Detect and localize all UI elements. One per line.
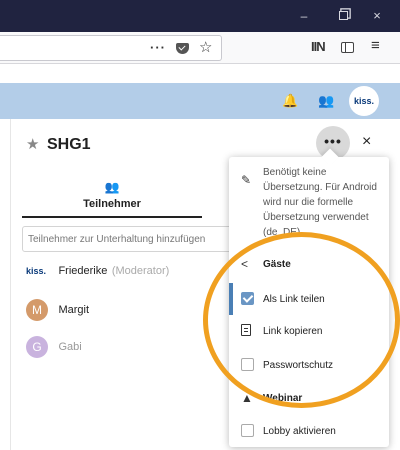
password-label: Passwortschutz [263, 360, 334, 371]
participant-name: Margit [58, 304, 90, 316]
notifications-bell-icon[interactable]: 🔔 [282, 94, 298, 108]
password-protection-toggle[interactable]: Passwortschutz [229, 349, 389, 381]
lobby-checkbox[interactable] [241, 424, 254, 437]
hamburger-menu-icon[interactable]: ≡ [371, 38, 380, 54]
app-header: 🔔 👥 kiss. [0, 83, 400, 119]
guests-caption-label: Gäste [263, 259, 291, 270]
browser-titlebar: – × [0, 0, 400, 32]
room-actions-popover: ✎ Benötigt keine Übersetzung. Für Androi… [229, 157, 389, 447]
contacts-icon[interactable]: 👥 [318, 94, 334, 108]
share-link-label: Als Link teilen [263, 294, 325, 305]
copy-link-label: Link kopieren [263, 326, 323, 337]
share-icon: < [241, 257, 249, 271]
participants-icon: 👥 [104, 180, 120, 194]
sidebar-close-icon[interactable]: × [362, 134, 371, 150]
participant-role: (Moderator) [111, 264, 170, 277]
participant-name: Friederike [58, 264, 108, 277]
maximize-icon[interactable] [335, 8, 351, 24]
translation-note-text: Benötigt keine Übersetzung. Für Android … [263, 167, 377, 238]
library-icon[interactable]: IIN [311, 39, 326, 55]
lobby-label: Lobby aktivieren [263, 426, 336, 437]
clipboard-icon [241, 324, 251, 339]
participant-row[interactable]: G Gabi [26, 336, 82, 358]
avatar: G [26, 336, 48, 358]
bookmark-star-icon[interactable]: ☆ [199, 40, 212, 56]
browser-navbar: ··· ☆ [0, 32, 400, 64]
share-link-checkbox[interactable] [241, 292, 254, 305]
avatar: M [26, 299, 48, 321]
share-link-toggle[interactable]: Als Link teilen [229, 283, 389, 315]
add-participant-input[interactable] [22, 226, 236, 252]
tab-participants[interactable]: 👥 Teilnehmer [22, 180, 202, 218]
url-bar[interactable]: ··· ☆ [0, 35, 222, 61]
kiss-logo-avatar: kiss. [26, 265, 47, 276]
password-checkbox[interactable] [241, 358, 254, 371]
room-title: SHG1 [47, 136, 91, 153]
participant-name: Gabi [58, 341, 82, 353]
participant-row[interactable]: M Margit [26, 299, 89, 321]
sidebar-divider [10, 119, 11, 450]
webinar-icon: ▲ [241, 391, 253, 405]
window-close-icon[interactable]: × [369, 8, 385, 24]
pocket-icon[interactable] [176, 43, 189, 54]
participant-row[interactable]: kiss. Friederike (Moderator) [26, 262, 169, 284]
copy-link-button[interactable]: Link kopieren [229, 315, 389, 347]
pencil-icon: ✎ [241, 173, 252, 187]
user-avatar[interactable]: kiss. [349, 86, 379, 116]
lobby-toggle[interactable]: Lobby aktivieren [229, 415, 389, 447]
webinar-caption: ▲ Webinar [229, 387, 389, 409]
tab-participants-label: Teilnehmer [83, 198, 141, 210]
guests-caption: < Gäste [229, 253, 389, 275]
page-actions-icon[interactable]: ··· [150, 40, 166, 56]
webinar-caption-label: Webinar [263, 393, 303, 404]
sidebar-toggle-icon[interactable] [341, 42, 354, 53]
minimize-icon[interactable]: – [296, 8, 312, 24]
favorite-star-icon[interactable]: ★ [26, 137, 39, 153]
translation-note: ✎ Benötigt keine Übersetzung. Für Androi… [229, 163, 389, 247]
